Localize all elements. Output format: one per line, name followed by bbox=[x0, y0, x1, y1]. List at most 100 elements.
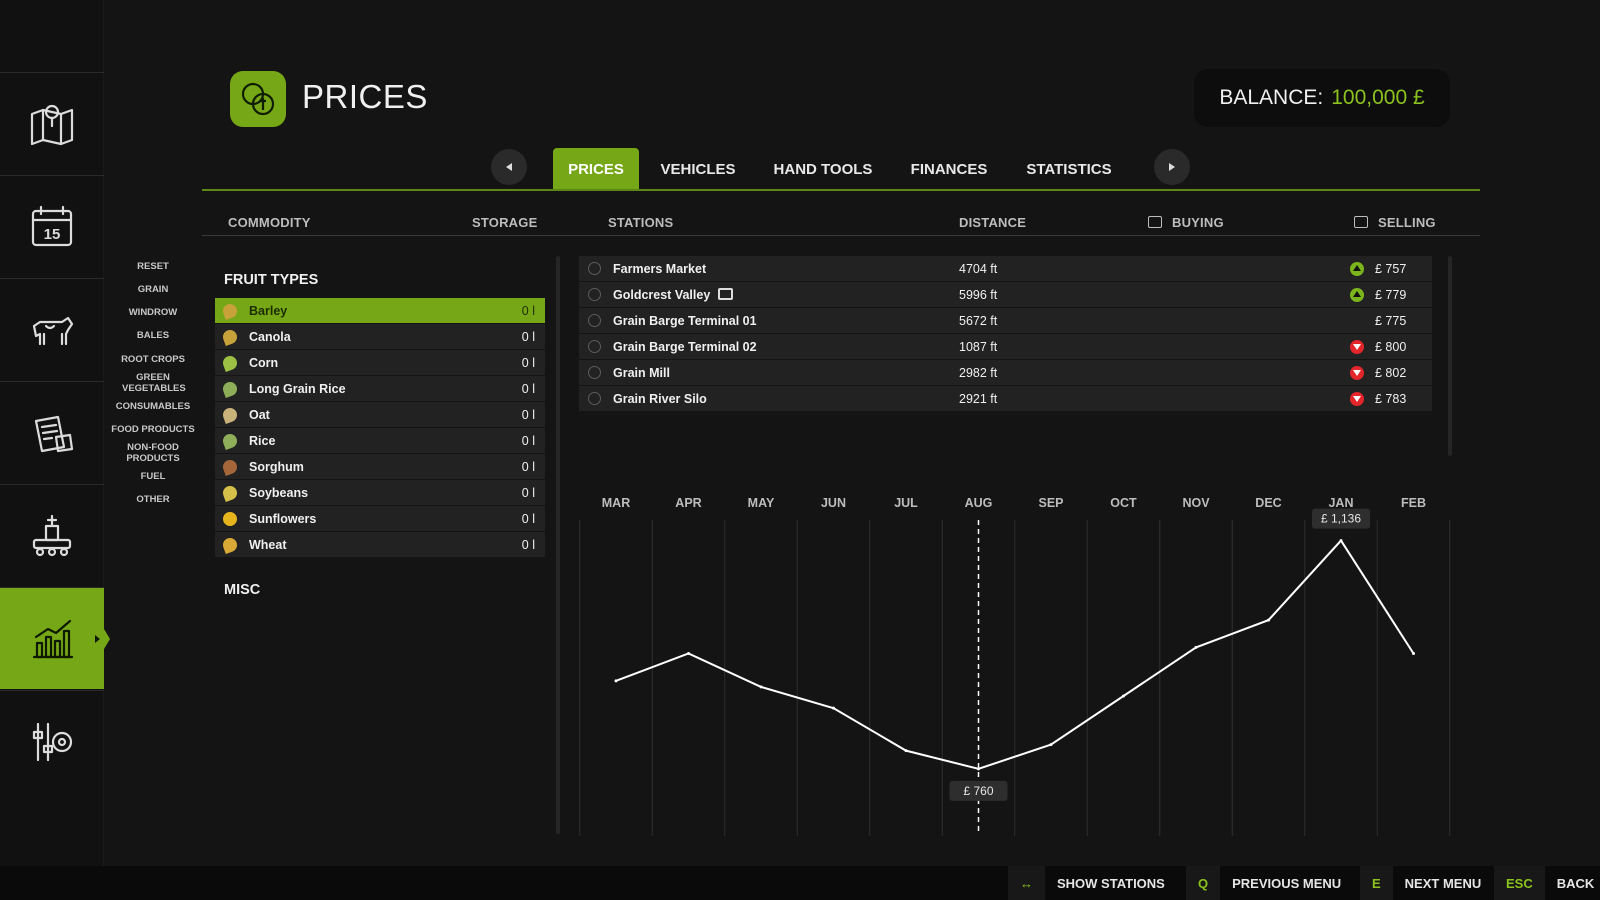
station-row-farmers-market[interactable]: Farmers Market 4704 ft £ 757 bbox=[579, 256, 1432, 281]
station-radio-icon bbox=[588, 288, 601, 301]
oat-icon bbox=[221, 405, 239, 424]
price-history-chart: MAR APR MAY JUN JUL AUG SEP OCT NOV DEC JAN FEB £ 76… bbox=[579, 496, 1451, 836]
filter-windrow[interactable]: WINDROW bbox=[108, 307, 198, 318]
sidebar-item-prices[interactable] bbox=[0, 587, 110, 689]
station-radio-icon bbox=[588, 262, 601, 275]
sidebar-item-settings[interactable] bbox=[0, 690, 104, 792]
filter-bales[interactable]: BALES bbox=[108, 330, 198, 341]
station-radio-icon bbox=[588, 392, 601, 405]
sidebar-item-production[interactable] bbox=[0, 484, 104, 586]
column-header-selling: SELLING bbox=[1354, 215, 1436, 230]
filter-food-products[interactable]: FOOD PRODUCTS bbox=[108, 424, 198, 435]
contracts-icon bbox=[34, 415, 74, 452]
filter-reset[interactable]: RESET bbox=[108, 261, 198, 272]
station-radio-icon bbox=[588, 314, 601, 327]
chart-month-label: DEC bbox=[1255, 496, 1281, 510]
chart-point bbox=[759, 685, 763, 689]
tab-statistics[interactable]: STATISTICS bbox=[1018, 148, 1120, 190]
long-grain-rice-icon bbox=[221, 379, 239, 398]
sidebar-item-calendar[interactable]: 15 bbox=[0, 175, 104, 277]
filter-grain[interactable]: GRAIN bbox=[108, 284, 198, 295]
balance-label: BALANCE: bbox=[1219, 86, 1324, 109]
filter-fuel[interactable]: FUEL bbox=[108, 471, 198, 482]
show-stations-hint[interactable]: ↔ SHOW STATIONS bbox=[1008, 866, 1165, 900]
previous-menu-hint[interactable]: Q PREVIOUS MENU bbox=[1186, 866, 1341, 900]
chart-point bbox=[1339, 539, 1343, 543]
chart-annotation-label: £ 760 bbox=[963, 784, 993, 798]
trend-up-icon bbox=[1350, 261, 1364, 276]
tab-hand-tools[interactable]: HAND TOOLS bbox=[766, 148, 880, 190]
selling-icon bbox=[1354, 216, 1368, 228]
canola-icon bbox=[221, 327, 239, 346]
station-row-goldcrest-valley[interactable]: Goldcrest Valley 5996 ft £ 779 bbox=[579, 282, 1432, 307]
chart-icon bbox=[32, 619, 74, 658]
chart-month-label: MAY bbox=[748, 496, 775, 510]
station-row-grain-barge-terminal-02[interactable]: Grain Barge Terminal 02 1087 ft £ 800 bbox=[579, 334, 1432, 359]
commodity-row-sorghum[interactable]: Sorghum 0 l bbox=[215, 454, 545, 479]
filter-other[interactable]: OTHER bbox=[108, 494, 198, 505]
factory-icon bbox=[32, 514, 72, 556]
commodity-row-canola[interactable]: Canola 0 l bbox=[215, 324, 545, 349]
stations-scrollbar[interactable] bbox=[1448, 256, 1452, 456]
sidebar-item-map[interactable] bbox=[0, 72, 104, 174]
key-esc: ESC bbox=[1494, 866, 1545, 900]
column-header-buying: BUYING bbox=[1148, 215, 1224, 230]
tab-underline bbox=[202, 189, 1480, 191]
barley-icon bbox=[221, 301, 239, 320]
chart-month-label: OCT bbox=[1110, 496, 1137, 510]
arrow-left-icon bbox=[506, 163, 512, 171]
commodity-row-rice[interactable]: Rice 0 l bbox=[215, 428, 545, 453]
column-header-storage: STORAGE bbox=[472, 215, 538, 230]
commodity-row-long-grain-rice[interactable]: Long Grain Rice 0 l bbox=[215, 376, 545, 401]
chart-month-label: JUL bbox=[894, 496, 918, 510]
filter-consumables[interactable]: CONSUMABLES bbox=[108, 401, 198, 412]
commodity-row-soybeans[interactable]: Soybeans 0 l bbox=[215, 480, 545, 505]
group-title-fruit-types: FRUIT TYPES bbox=[224, 272, 319, 288]
wheat-icon bbox=[221, 535, 239, 554]
prices-coins-icon bbox=[230, 71, 286, 127]
column-header-commodity: COMMODITY bbox=[228, 215, 311, 230]
station-row-grain-mill[interactable]: Grain Mill 2982 ft £ 802 bbox=[579, 360, 1432, 385]
commodity-row-barley[interactable]: Barley 0 l bbox=[215, 298, 545, 323]
sunflower-icon bbox=[221, 509, 239, 528]
commodity-row-corn[interactable]: Corn 0 l bbox=[215, 350, 545, 375]
previous-tab-button[interactable] bbox=[491, 149, 527, 185]
chart-point bbox=[1412, 652, 1415, 655]
tab-prices[interactable]: PRICES bbox=[553, 148, 639, 190]
calendar-icon: 15 bbox=[31, 205, 73, 246]
filter-green-vegetables[interactable]: GREEN VEGETABLES bbox=[108, 372, 198, 394]
commodity-row-oat[interactable]: Oat 0 l bbox=[215, 402, 545, 427]
column-header-distance: DISTANCE bbox=[959, 215, 1027, 230]
balance-value: 100,000 £ bbox=[1331, 86, 1425, 109]
commodity-row-sunflowers[interactable]: Sunflowers 0 l bbox=[215, 506, 545, 531]
filter-root-crops[interactable]: ROOT CROPS bbox=[108, 354, 198, 365]
header-divider bbox=[202, 235, 1480, 236]
next-menu-hint[interactable]: E NEXT MENU bbox=[1360, 866, 1481, 900]
soybeans-icon bbox=[221, 483, 239, 502]
tab-finances[interactable]: FINANCES bbox=[903, 148, 995, 190]
commodity-row-wheat[interactable]: Wheat 0 l bbox=[215, 532, 545, 557]
chart-month-label: SEP bbox=[1038, 496, 1063, 510]
sidebar-item-animals[interactable] bbox=[0, 278, 104, 380]
active-indicator-icon bbox=[95, 635, 100, 643]
back-hint[interactable]: ESC BACK bbox=[1494, 866, 1594, 900]
chart-month-label: NOV bbox=[1182, 496, 1210, 510]
group-title-misc: MISC bbox=[224, 582, 261, 598]
map-icon bbox=[30, 104, 74, 145]
buying-icon bbox=[1148, 216, 1162, 228]
tab-vehicles[interactable]: VEHICLES bbox=[652, 148, 744, 190]
commodity-scrollbar[interactable] bbox=[556, 256, 560, 834]
chart-point bbox=[687, 652, 690, 655]
trend-up-icon bbox=[1350, 287, 1364, 302]
sidebar-item-contracts[interactable] bbox=[0, 381, 104, 483]
arrow-right-icon bbox=[1169, 163, 1175, 171]
page-title: PRICES bbox=[302, 78, 428, 115]
chart-point bbox=[614, 679, 618, 683]
station-row-grain-river-silo[interactable]: Grain River Silo 2921 ft £ 783 bbox=[579, 386, 1432, 411]
filter-non-food-products[interactable]: NON-FOOD PRODUCTS bbox=[108, 442, 198, 464]
next-tab-button[interactable] bbox=[1154, 149, 1190, 185]
chart-point bbox=[1122, 694, 1125, 698]
trend-down-icon bbox=[1350, 339, 1364, 354]
chart-point bbox=[1049, 743, 1053, 747]
station-row-grain-barge-terminal-01[interactable]: Grain Barge Terminal 01 5672 ft £ 775 bbox=[579, 308, 1432, 333]
